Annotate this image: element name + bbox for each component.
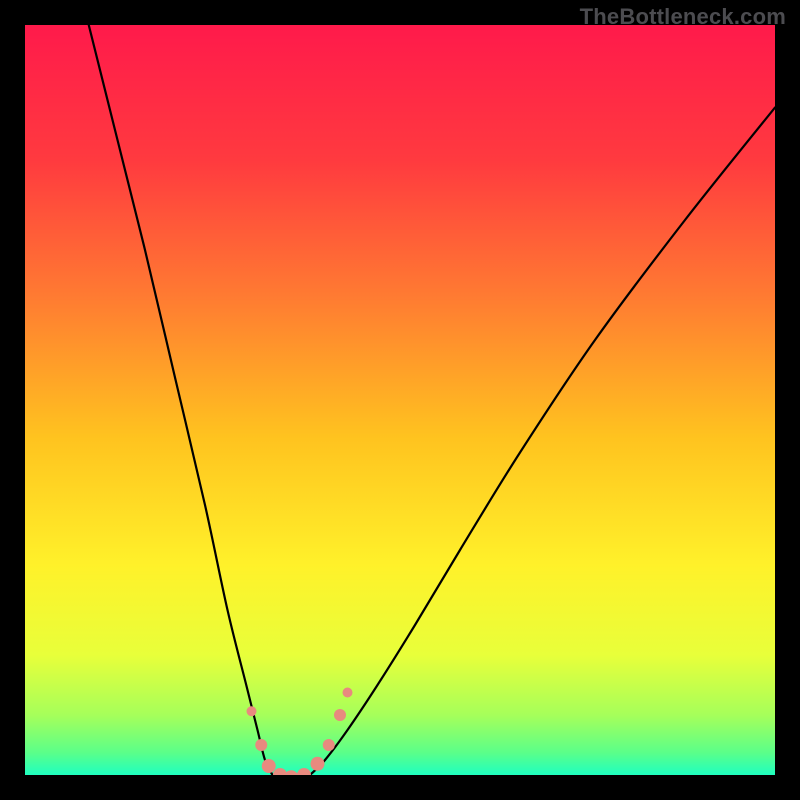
marker-dot (284, 770, 298, 775)
watermark-text: TheBottleneck.com (580, 4, 786, 30)
plot-area (25, 25, 775, 775)
marker-group (247, 688, 353, 776)
marker-dot (311, 757, 325, 771)
curve-right (310, 108, 775, 776)
marker-dot (273, 768, 287, 775)
marker-dot (247, 706, 257, 716)
marker-dot (343, 688, 353, 698)
marker-dot (297, 768, 311, 775)
marker-dot (323, 739, 335, 751)
marker-dot (262, 759, 276, 773)
chart-frame: TheBottleneck.com (0, 0, 800, 800)
marker-dot (334, 709, 346, 721)
marker-dot (255, 739, 267, 751)
curve-left (89, 25, 273, 775)
curve-layer (25, 25, 775, 775)
